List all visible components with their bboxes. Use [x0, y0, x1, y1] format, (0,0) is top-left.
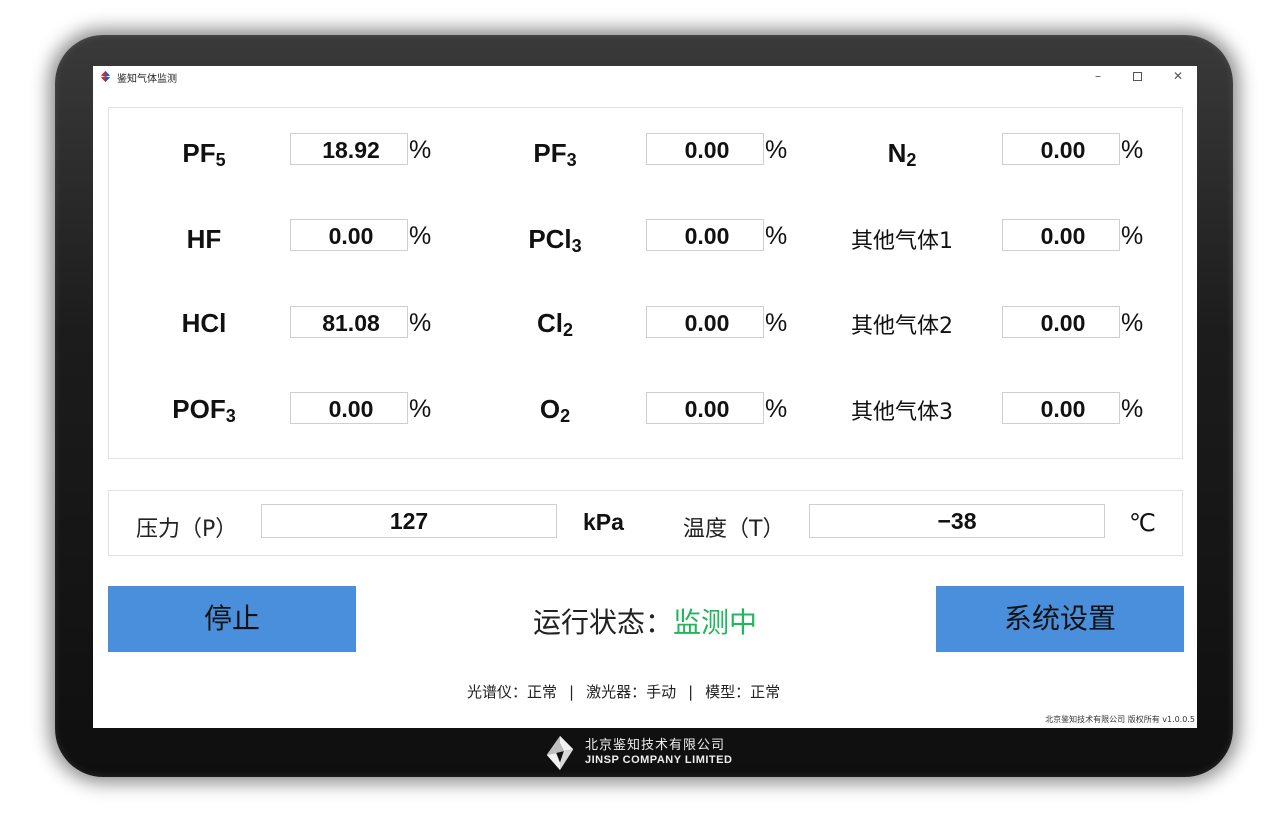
gas-label-cl2: Cl2	[536, 308, 573, 340]
gas-value-hcl: 81.08	[290, 306, 408, 338]
gas-value-pcl3: 0.00	[646, 219, 764, 251]
system-settings-button[interactable]: 系统设置	[936, 586, 1184, 652]
temperature-label: 温度（T）	[683, 517, 785, 542]
gas-label-pof3: POF3	[172, 394, 236, 426]
app-window: 鉴知气体监测 – ✕ PF5 18.92 % PF3 0.00 % N2 0.0…	[93, 66, 1197, 728]
stop-button[interactable]: 停止	[108, 586, 356, 652]
gas-value-pf3: 0.00	[646, 133, 764, 165]
model-status: 模型：正常	[705, 683, 781, 701]
gas-unit: %	[765, 222, 788, 250]
device-status-bar: 光谱仪：正常 | 激光器：手动 | 模型：正常	[467, 681, 780, 702]
company-name-cn: 北京鉴知技术有限公司	[585, 738, 726, 753]
title-bar: 鉴知气体监测 – ✕	[93, 66, 1197, 88]
company-logo-icon	[546, 735, 574, 771]
gas-value-cl2: 0.00	[646, 306, 764, 338]
gas-label-n2: N2	[887, 138, 917, 170]
gas-label-hcl: HCl	[181, 308, 227, 338]
gas-value-other-1: 0.00	[1002, 219, 1120, 251]
gas-value-pof3: 0.00	[290, 392, 408, 424]
gas-value-n2: 0.00	[1002, 133, 1120, 165]
status-separator: |	[569, 683, 575, 701]
gas-concentration-panel: PF5 18.92 % PF3 0.00 % N2 0.00 % HF 0.00…	[108, 107, 1183, 459]
gas-value-hf: 0.00	[290, 219, 408, 251]
gas-unit: %	[409, 136, 432, 164]
gas-unit: %	[1121, 395, 1144, 423]
run-status-label: 运行状态：	[533, 606, 674, 639]
gas-unit: %	[1121, 136, 1144, 164]
spectrometer-status: 光谱仪：正常	[467, 683, 558, 701]
gas-unit: %	[1121, 222, 1144, 250]
gas-label-other-1: 其他气体1	[851, 229, 953, 254]
gas-label-hf: HF	[186, 224, 222, 254]
copyright-text: 北京鉴知技术有限公司 版权所有 v1.0.0.5	[1045, 715, 1195, 724]
gas-unit: %	[409, 309, 432, 337]
laser-status: 激光器：手动	[586, 683, 677, 701]
run-status: 运行状态：监测中	[533, 601, 757, 641]
close-button[interactable]: ✕	[1163, 67, 1193, 85]
minimize-button[interactable]: –	[1083, 67, 1113, 85]
app-logo-icon	[100, 70, 111, 83]
gas-unit: %	[765, 309, 788, 337]
gas-label-pf3: PF3	[533, 138, 577, 170]
maximize-icon	[1132, 72, 1142, 81]
company-name-en: JINSP COMPANY LIMITED	[585, 754, 733, 766]
gas-unit: %	[765, 136, 788, 164]
status-separator: |	[688, 683, 694, 701]
gas-unit: %	[409, 222, 432, 250]
pressure-temperature-panel: 压力（P） 127 kPa 温度（T） −38 ℃	[108, 490, 1183, 556]
temperature-unit: ℃	[1129, 510, 1156, 537]
maximize-button[interactable]	[1122, 67, 1152, 85]
pressure-unit: kPa	[583, 509, 624, 535]
gas-value-other-2: 0.00	[1002, 306, 1120, 338]
gas-label-pf5: PF5	[182, 138, 226, 170]
gas-value-other-3: 0.00	[1002, 392, 1120, 424]
pressure-value: 127	[261, 504, 557, 538]
run-status-value: 监测中	[673, 606, 758, 639]
gas-label-pcl3: PCl3	[528, 224, 582, 256]
temperature-value: −38	[809, 504, 1105, 538]
gas-value-pf5: 18.92	[290, 133, 408, 165]
gas-label-other-3: 其他气体3	[851, 400, 953, 425]
gas-unit: %	[1121, 309, 1144, 337]
pressure-label: 压力（P）	[136, 517, 238, 542]
window-title: 鉴知气体监测	[117, 74, 177, 85]
company-branding: 北京鉴知技术有限公司 JINSP COMPANY LIMITED	[541, 733, 732, 773]
gas-unit: %	[409, 395, 432, 423]
gas-unit: %	[765, 395, 788, 423]
gas-value-o2: 0.00	[646, 392, 764, 424]
gas-label-other-2: 其他气体2	[851, 314, 953, 339]
gas-label-o2: O2	[539, 394, 571, 426]
